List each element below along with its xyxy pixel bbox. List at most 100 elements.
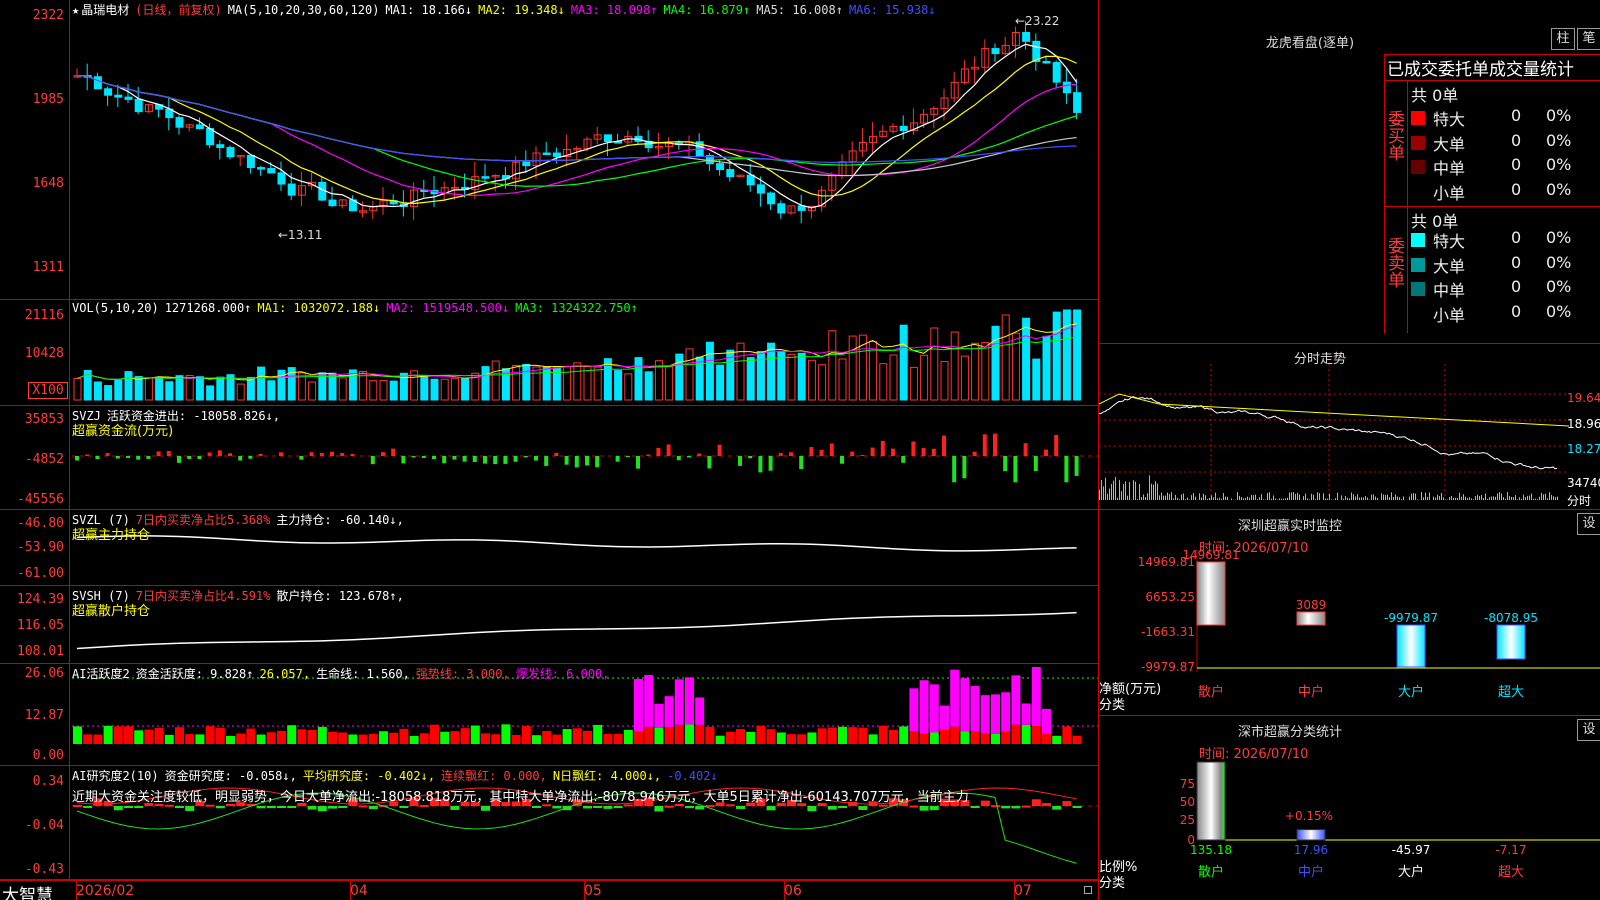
vol-definition: VOL(5,10,20) — [72, 301, 159, 315]
minute-volume — [1143, 494, 1144, 500]
minute-volume — [1537, 499, 1538, 500]
flow-bar — [421, 456, 426, 458]
minute-volume — [1203, 493, 1204, 500]
minute-volume — [1357, 494, 1358, 500]
lock-icon[interactable] — [1084, 886, 1092, 894]
minute-volume — [1323, 493, 1324, 500]
minute-volume — [1557, 496, 1558, 500]
candle — [277, 172, 286, 185]
minute-volume — [1241, 497, 1242, 500]
price-pane[interactable]: 2322 1985 1648 1311 ★ 晶瑞电材 (日线，前复权) MA(5,10… — [0, 0, 1098, 300]
activity-bar — [715, 735, 725, 744]
minute-volume — [1193, 493, 1194, 500]
minute-volume — [1327, 498, 1328, 500]
minute-volume — [1169, 494, 1170, 500]
minute-volume — [1311, 493, 1312, 500]
activity-bar — [307, 729, 317, 744]
svsh-pane[interactable]: 124.39 116.05 108.01 SVSH (7) 7日内买卖净占比4.5… — [0, 586, 1098, 664]
minute-volume — [1285, 498, 1286, 500]
buy-row-pct: 0% — [1546, 130, 1572, 150]
flow-bar — [340, 452, 345, 456]
candle — [899, 125, 908, 132]
buy-row-swatch — [1411, 111, 1425, 125]
minute-volume — [1413, 493, 1414, 500]
minute-volume — [1165, 495, 1166, 500]
minute-volume — [1263, 499, 1264, 500]
volume-bar — [981, 342, 990, 401]
minute-volume — [1473, 499, 1474, 500]
activity-bar — [93, 734, 103, 744]
chart-area[interactable]: 2322 1985 1648 1311 ★ 晶瑞电材 (日线，前复权) MA(5,10… — [0, 0, 1098, 900]
minute-chart[interactable] — [1099, 344, 1600, 510]
star-icon: ★ — [72, 3, 80, 17]
order-stats-tab[interactable]: 已成交委托单成交量统计 — [1384, 54, 1600, 80]
ma3-line — [76, 75, 1077, 196]
ma-definition: MA(5,10,20,30,60,120) — [227, 3, 380, 17]
flow-bar — [687, 456, 691, 458]
minute-volume — [1495, 496, 1496, 500]
minute-volume — [1179, 499, 1180, 500]
minute-volume — [1463, 494, 1464, 500]
flow-bar — [472, 456, 477, 462]
class-category-label: 分类 — [1099, 876, 1126, 891]
volume-chart[interactable] — [0, 300, 1098, 406]
minute-chart-panel[interactable]: 分时走势 19.64 18.96 18.27 34740 分时 — [1099, 344, 1600, 510]
research-bar — [613, 806, 623, 808]
vol-ma1: MA1: 1032072.188↓ — [257, 301, 381, 315]
minute-volume — [1107, 493, 1108, 500]
activity-bar — [185, 734, 195, 744]
candle — [134, 98, 143, 113]
activity-bar — [440, 731, 450, 744]
minute-volume — [1441, 492, 1442, 500]
volume-bar — [155, 377, 164, 401]
class-tick: 75 — [1180, 777, 1195, 791]
minute-volume — [1341, 495, 1342, 500]
buy-row-swatch — [1411, 184, 1425, 199]
svzj-pane[interactable]: 35853 -4852 -45556 SVZJ 活跃资金进出: -18058.82… — [0, 406, 1098, 510]
buy-row-name: 小单 — [1433, 183, 1466, 203]
volume-bar — [257, 366, 266, 401]
research-bar — [368, 806, 378, 810]
minute-volume — [1369, 499, 1370, 500]
activity-bar — [450, 731, 460, 744]
minute-volume — [1307, 498, 1308, 500]
minute-volume — [1361, 497, 1362, 500]
research-bar — [1021, 805, 1031, 808]
minute-volume — [1125, 481, 1126, 500]
minute-volume — [1359, 497, 1360, 500]
vol-ma-line — [76, 336, 1077, 380]
research-bar — [654, 806, 664, 812]
minute-volume — [1397, 496, 1398, 500]
minute-volume — [1497, 493, 1498, 500]
activity-bar — [674, 724, 684, 744]
minute-volume — [1225, 496, 1226, 500]
activity-peak — [909, 688, 919, 731]
volume-pane[interactable]: 21116 10428 X100 VOL(5,10,20) 1271268.000… — [0, 300, 1098, 406]
volume-bar — [185, 374, 194, 401]
ai-research-pane[interactable]: 0.34 -0.04 -0.43 AI研究度2(10) 资金研究度: -0.058… — [0, 766, 1098, 880]
tick-mode-button[interactable]: 笔 — [1577, 28, 1600, 50]
candlestick-chart[interactable] — [0, 0, 1098, 300]
ai2-n-red: N日飘红: 4.000↓, — [552, 769, 662, 783]
minute-volume — [1549, 492, 1550, 500]
research-bar — [766, 806, 776, 811]
flow-bar — [228, 453, 232, 456]
flow-bar — [207, 452, 212, 456]
minute-volume — [1187, 497, 1188, 500]
volume-bar — [134, 376, 143, 401]
research-bar — [185, 806, 195, 811]
chart-mode[interactable]: (日线，前复权) — [135, 3, 221, 17]
bar-mode-button[interactable]: 柱 — [1551, 28, 1575, 50]
svzl-pane[interactable]: -46.80 -53.90 -61.00 SVZL (7) 7日内买卖净占比5.3… — [0, 510, 1098, 586]
stock-name[interactable]: 晶瑞电材 — [81, 3, 129, 17]
monitor-tick: -1663.31 — [1141, 625, 1195, 639]
activity-bar — [430, 724, 439, 744]
minute-volume — [1479, 495, 1480, 500]
ai-activity-pane[interactable]: 26.06 12.87 0.00 AI活跃度2 资金活跃度: 9.828↑ 26.0… — [0, 664, 1098, 766]
minute-volume — [1293, 492, 1294, 500]
svzj-title: 超赢资金流(万元) — [72, 424, 174, 439]
minute-volume — [1267, 492, 1268, 500]
volume-bar — [930, 327, 939, 401]
volume-bar — [236, 383, 245, 401]
flow-bar — [248, 456, 253, 459]
